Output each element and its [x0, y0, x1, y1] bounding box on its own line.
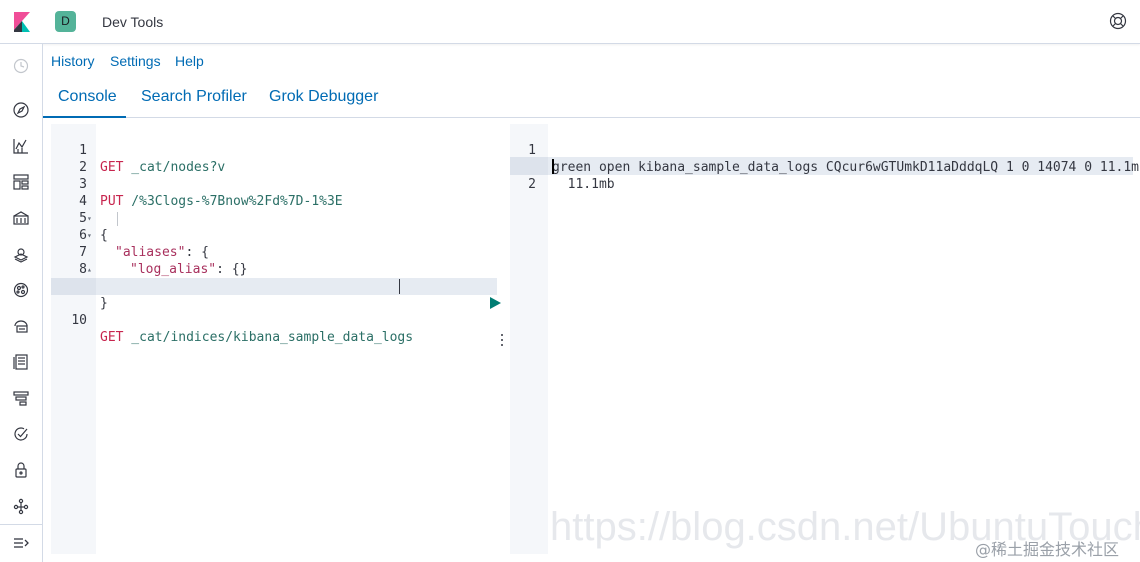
- http-method: GET: [100, 330, 124, 345]
- tab-search-profiler[interactable]: Search Profiler: [141, 88, 247, 106]
- request-editor[interactable]: 1 GET _cat/nodes?v 2 3 PUT /%3Clogs-%7Bn…: [51, 124, 525, 554]
- editor-line: 1 GET _cat/nodes?v: [51, 125, 497, 175]
- line-number: 2: [528, 177, 536, 192]
- editor-line: 3 PUT /%3Clogs-%7Bnow%2Fd%7D-1%3E: [51, 159, 497, 209]
- logs-icon[interactable]: [12, 353, 30, 371]
- graph-icon[interactable]: [12, 497, 30, 515]
- text-caret: [399, 279, 400, 294]
- visualize-chart-icon[interactable]: [12, 137, 30, 155]
- editor-line: 9: [51, 261, 497, 294]
- editor-line: 7 ▴ }: [51, 227, 497, 294]
- editor-line: 5 ▾ "aliases": {: [51, 193, 497, 260]
- response-output[interactable]: 1 green open kibana_sample_data_logs CQc…: [510, 124, 1140, 554]
- tab-bar: Console Search Profiler Grok Debugger: [43, 80, 1140, 118]
- dashboard-icon[interactable]: [12, 173, 30, 191]
- request-path: _cat/indices/kibana_sample_data_logs: [123, 330, 414, 345]
- editor-line-active: 10 GET _cat/indices/kibana_sample_data_l…: [51, 278, 525, 345]
- apm-icon[interactable]: [12, 389, 30, 407]
- editor-line: 4 ▾ {: [51, 176, 497, 243]
- canvas-icon[interactable]: [12, 209, 30, 227]
- active-tab-indicator: [43, 116, 126, 118]
- indent-guide: [117, 212, 118, 226]
- maps-icon[interactable]: [12, 245, 30, 263]
- space-avatar[interactable]: D: [55, 11, 76, 32]
- help-menu-icon[interactable]: [1109, 12, 1127, 30]
- output-line: 2: [510, 159, 1133, 227]
- line-number: 10: [71, 313, 87, 328]
- play-icon[interactable]: [441, 279, 501, 309]
- settings-link[interactable]: Settings: [110, 53, 161, 69]
- code-text: }: [100, 296, 108, 311]
- machine-learning-icon[interactable]: [12, 281, 30, 299]
- nav-divider: [0, 524, 43, 525]
- siem-lock-icon[interactable]: [12, 461, 30, 479]
- recently-viewed-clock-icon[interactable]: [12, 57, 30, 75]
- top-bar: D Dev Tools: [0, 0, 1140, 44]
- uptime-icon[interactable]: [12, 425, 30, 443]
- wrench-icon[interactable]: [464, 279, 525, 310]
- page-title: Dev Tools: [102, 14, 164, 30]
- tab-console[interactable]: Console: [58, 88, 117, 106]
- panel-resize-handle[interactable]: [499, 332, 505, 348]
- text-caret: [552, 159, 554, 174]
- history-link[interactable]: History: [51, 53, 95, 69]
- kibana-logo-icon[interactable]: [12, 10, 32, 34]
- help-link[interactable]: Help: [175, 53, 204, 69]
- editor-line: 2: [51, 142, 497, 175]
- tab-grok-debugger[interactable]: Grok Debugger: [269, 88, 378, 106]
- editor-line: 8 ▴ }: [51, 244, 497, 311]
- editor-line: 6 "log_alias": {}: [51, 210, 497, 277]
- discover-compass-icon[interactable]: [12, 101, 30, 119]
- side-nav: [0, 44, 43, 562]
- infrastructure-icon[interactable]: [12, 317, 30, 335]
- active-line-gutter: [51, 278, 96, 295]
- watermark-site: @稀土掘金技术社区: [975, 540, 1120, 559]
- collapse-nav-icon[interactable]: [12, 534, 30, 552]
